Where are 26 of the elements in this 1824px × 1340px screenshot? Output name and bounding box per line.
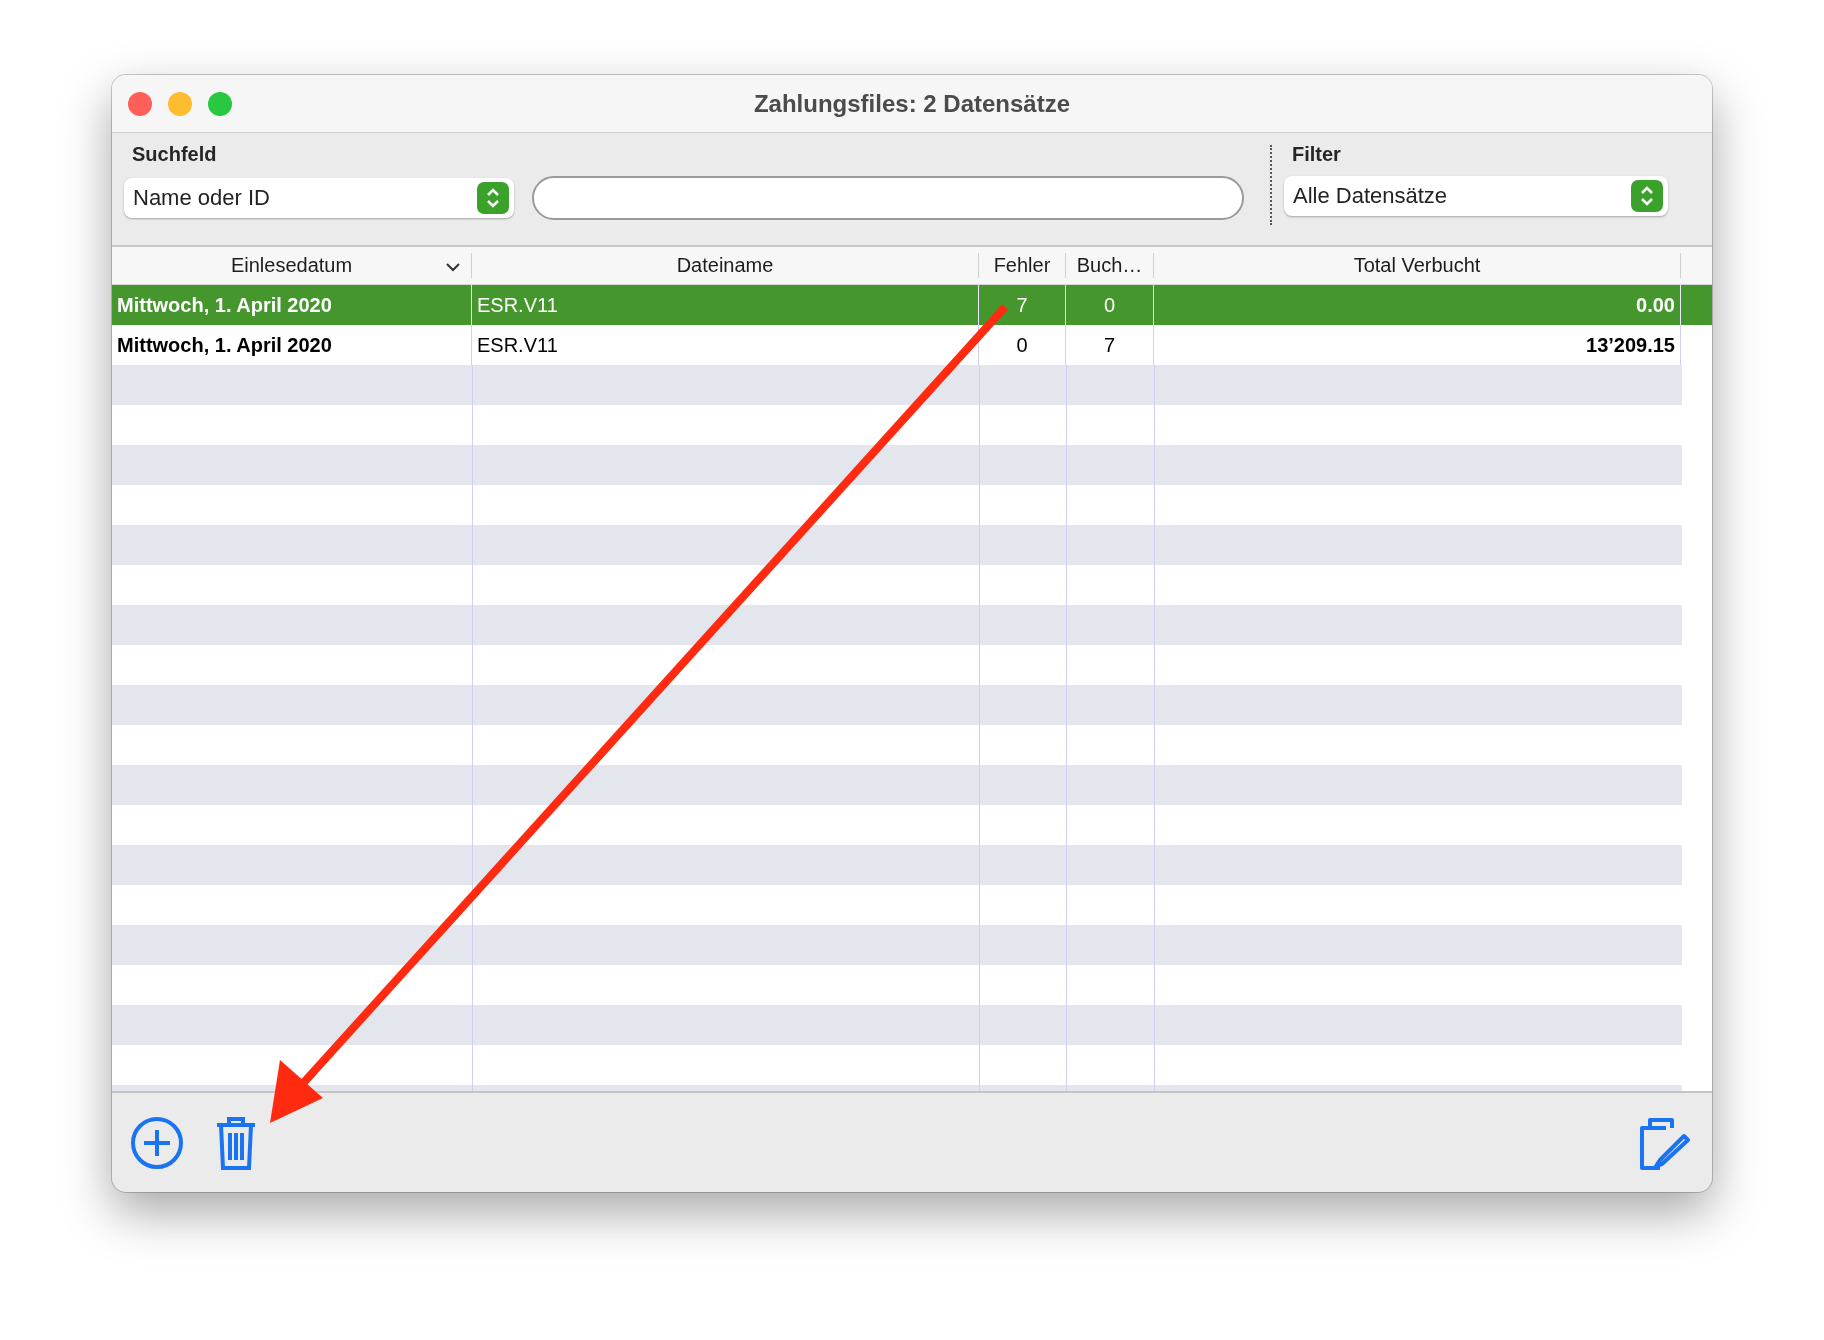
column-header[interactable]: Buch… [1066, 253, 1154, 278]
filter-popup[interactable]: Alle Datensätze [1284, 176, 1668, 216]
window-title: Zahlungsfiles: 2 Datensätze [753, 89, 1071, 117]
search-input[interactable] [532, 176, 1244, 220]
add-button[interactable] [130, 1115, 184, 1170]
stepper-icon [485, 186, 501, 210]
table-cell: Mittwoch, 1. April 2020 [112, 325, 472, 365]
plus-circle-icon [130, 1115, 184, 1170]
minimize-button[interactable] [168, 91, 192, 116]
table-cell: ESR.V11 [472, 325, 979, 365]
filter-label: Filter [1291, 143, 1342, 166]
trash-icon [214, 1114, 258, 1171]
column-header[interactable]: Total Verbucht [1154, 253, 1681, 278]
search-field-popup[interactable]: Name oder ID [124, 178, 514, 218]
stepper-icon [1639, 184, 1655, 208]
search-label: Suchfeld [131, 143, 218, 166]
table-cell: 0 [979, 325, 1066, 365]
column-header[interactable]: Dateiname [472, 253, 979, 278]
column-header[interactable]: Fehler [979, 253, 1066, 278]
close-button[interactable] [128, 91, 152, 116]
column-header[interactable]: Einlesedatum [112, 253, 472, 278]
table-cell: 13’209.15 [1154, 325, 1681, 365]
delete-button[interactable] [214, 1114, 258, 1171]
zoom-button[interactable] [208, 91, 232, 116]
table-cell: 7 [1066, 325, 1154, 365]
table-row[interactable]: Mittwoch, 1. April 2020 ESR.V11 7 0 0.00 [112, 285, 1712, 325]
